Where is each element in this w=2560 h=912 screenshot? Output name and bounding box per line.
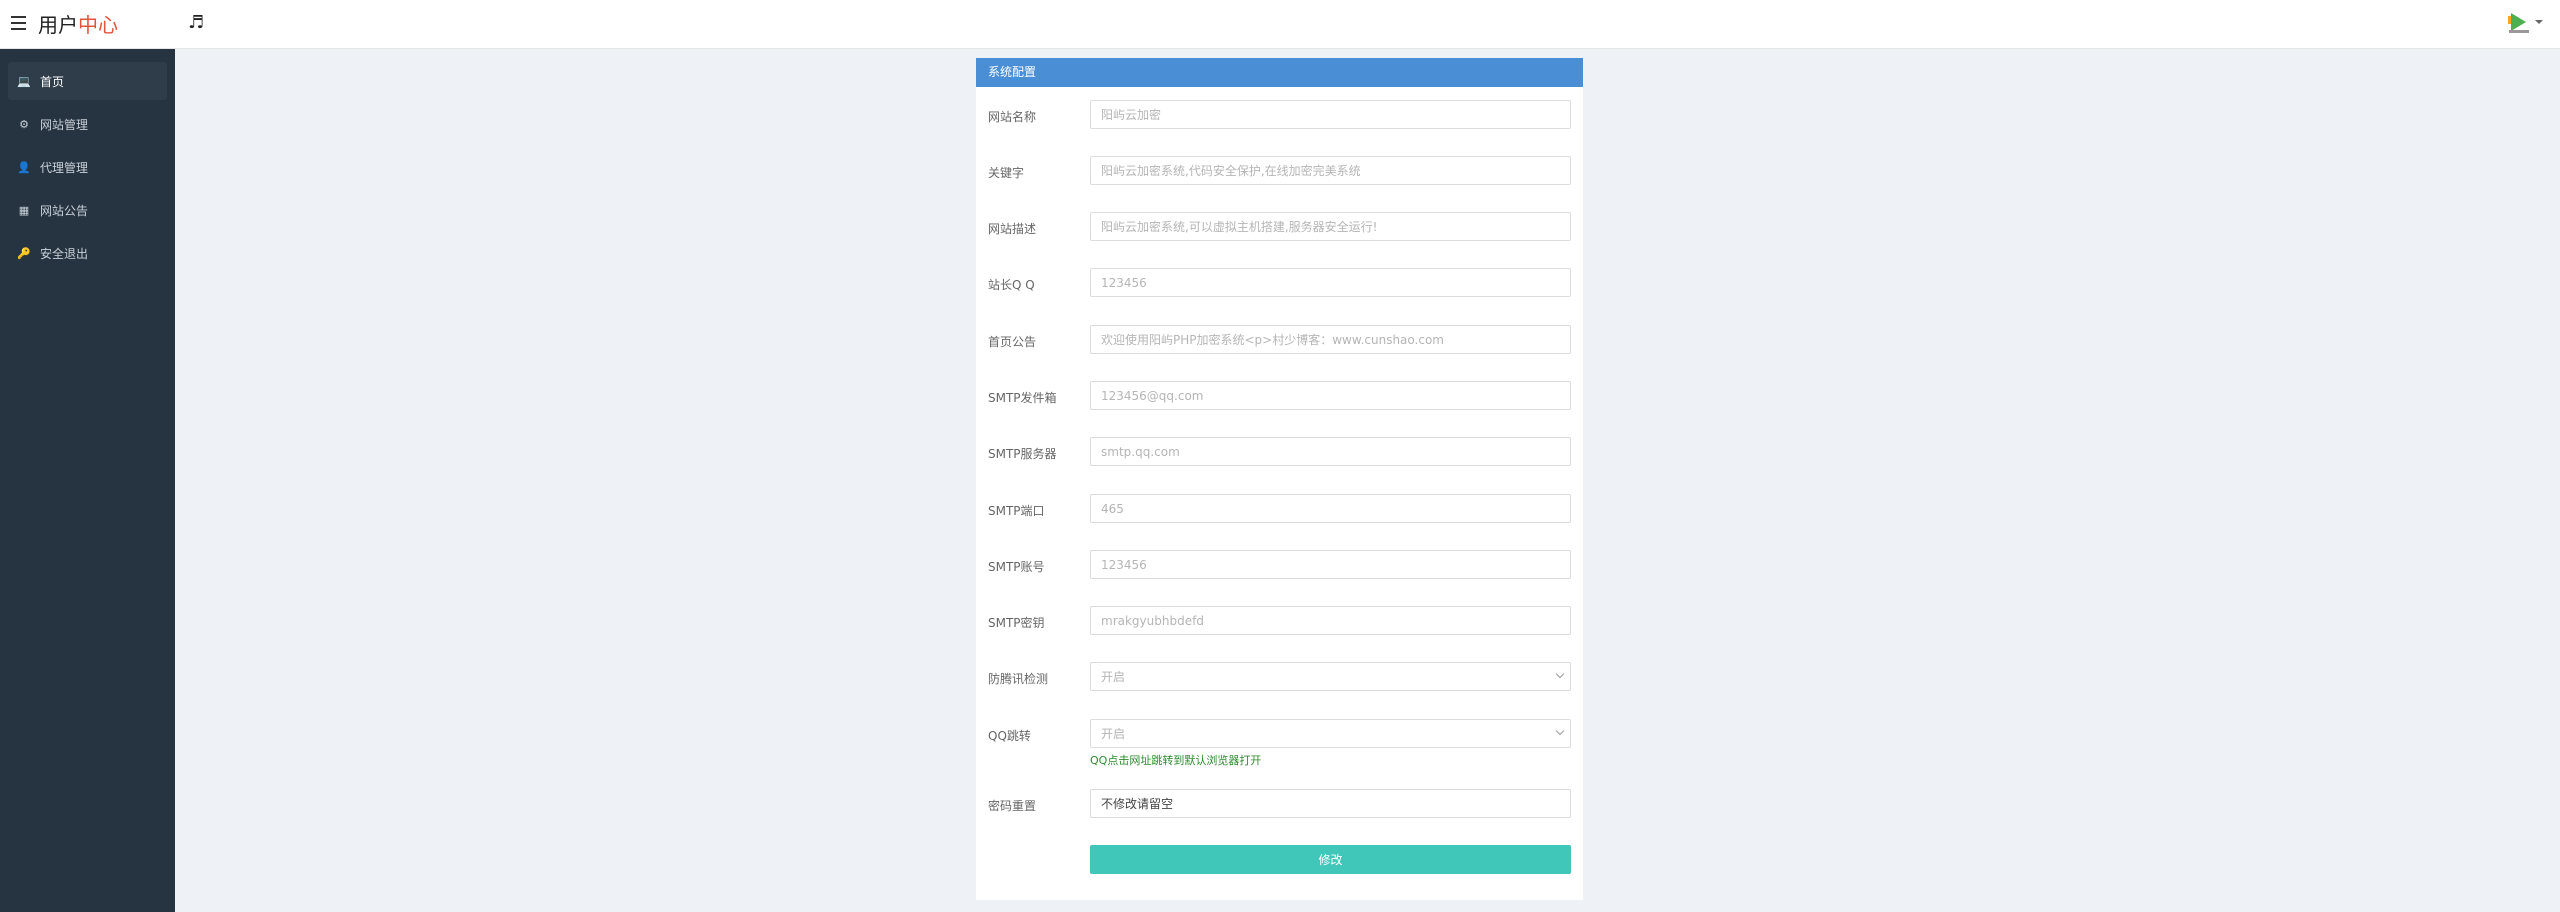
qq-redirect-select[interactable]: 开启 (1090, 719, 1571, 748)
field-label: SMTP端口 (988, 504, 1045, 518)
sidebar-item-home[interactable]: 💻 首页 (8, 62, 167, 100)
field-label: 站长Q Q (988, 278, 1035, 292)
brand-title[interactable]: 用户中心 (38, 13, 118, 37)
system-config-panel: 系统配置 网站名称 关键字 网站描述 站长Q Q 首页公告 SMTP发件箱 SM… (976, 58, 1583, 900)
music-note-icon[interactable]: ♬ (188, 12, 204, 33)
field-label: SMTP发件箱 (988, 391, 1057, 405)
field-label: 关键字 (988, 166, 1025, 180)
field-label: SMTP密钥 (988, 616, 1045, 630)
smtp-sender-input[interactable] (1090, 381, 1571, 410)
sidebar-item-logout[interactable]: 🔑 安全退出 (8, 234, 167, 272)
avatar-icon (2508, 11, 2530, 33)
sidebar-item-announcements[interactable]: ▦ 网站公告 (8, 191, 167, 229)
sidebar-item-label: 首页 (40, 74, 65, 89)
home-notice-input[interactable] (1090, 325, 1571, 354)
panel-title: 系统配置 (976, 58, 1583, 87)
form-row-home-notice: 首页公告 (976, 325, 1583, 355)
form-row-site-name: 网站名称 (976, 100, 1583, 130)
brand-title-part1: 用户 (38, 13, 78, 37)
field-label: 网站名称 (988, 110, 1037, 124)
form-row-smtp-key: SMTP密钥 (976, 606, 1583, 636)
gear-icon: ⚙ (19, 117, 29, 131)
password-reset-input[interactable] (1090, 789, 1571, 818)
field-label: 网站描述 (988, 222, 1037, 236)
menu-toggle-icon[interactable] (11, 16, 27, 30)
smtp-port-input[interactable] (1090, 494, 1571, 523)
user-icon: 👤 (17, 160, 31, 174)
site-name-input[interactable] (1090, 100, 1571, 129)
user-menu-button[interactable] (2508, 11, 2543, 33)
form-row-description: 网站描述 (976, 212, 1583, 242)
smtp-key-input[interactable] (1090, 606, 1571, 635)
sidebar-item-label: 安全退出 (40, 246, 89, 261)
field-label: 密码重置 (988, 799, 1037, 813)
field-label: 防腾讯检测 (988, 672, 1049, 686)
submit-button[interactable]: 修改 (1090, 845, 1571, 874)
keywords-input[interactable] (1090, 156, 1571, 185)
form-row-keywords: 关键字 (976, 156, 1583, 186)
grid-icon: ▦ (18, 203, 30, 217)
form-row-admin-qq: 站长Q Q (976, 268, 1583, 298)
form-row-smtp-account: SMTP账号 (976, 550, 1583, 580)
sidebar-item-site-management[interactable]: ⚙ 网站管理 (8, 105, 167, 143)
description-input[interactable] (1090, 212, 1571, 241)
top-bar: 用户中心 ♬ (0, 0, 2560, 49)
smtp-server-input[interactable] (1090, 437, 1571, 466)
form-row-smtp-server: SMTP服务器 (976, 437, 1583, 467)
sidebar: 💻 首页 ⚙ 网站管理 👤 代理管理 ▦ 网站公告 🔑 安全退出 (0, 49, 175, 912)
field-label: SMTP服务器 (988, 447, 1057, 461)
form-row-anti-tencent: 防腾讯检测 开启 (976, 662, 1583, 692)
field-label: QQ跳转 (988, 729, 1031, 743)
sidebar-item-label: 网站公告 (40, 203, 89, 218)
sidebar-item-label: 网站管理 (40, 117, 89, 132)
sidebar-item-agent-management[interactable]: 👤 代理管理 (8, 148, 167, 186)
laptop-icon: 💻 (17, 74, 31, 88)
form-row-password-reset: 密码重置 (976, 789, 1583, 819)
form-row-smtp-port: SMTP端口 (976, 494, 1583, 524)
caret-down-icon (2535, 20, 2543, 24)
field-label: SMTP账号 (988, 560, 1045, 574)
anti-tencent-select[interactable]: 开启 (1090, 662, 1571, 691)
brand-title-part2: 中心 (78, 13, 118, 37)
admin-qq-input[interactable] (1090, 268, 1571, 297)
key-icon: 🔑 (17, 246, 31, 260)
qq-redirect-hint: QQ点击网址跳转到默认浏览器打开 (1090, 754, 1262, 767)
form-row-smtp-sender: SMTP发件箱 (976, 381, 1583, 411)
sidebar-item-label: 代理管理 (40, 160, 89, 175)
field-label: 首页公告 (988, 335, 1037, 349)
smtp-account-input[interactable] (1090, 550, 1571, 579)
form-row-qq-redirect: QQ跳转 开启 QQ点击网址跳转到默认浏览器打开 (976, 719, 1583, 767)
